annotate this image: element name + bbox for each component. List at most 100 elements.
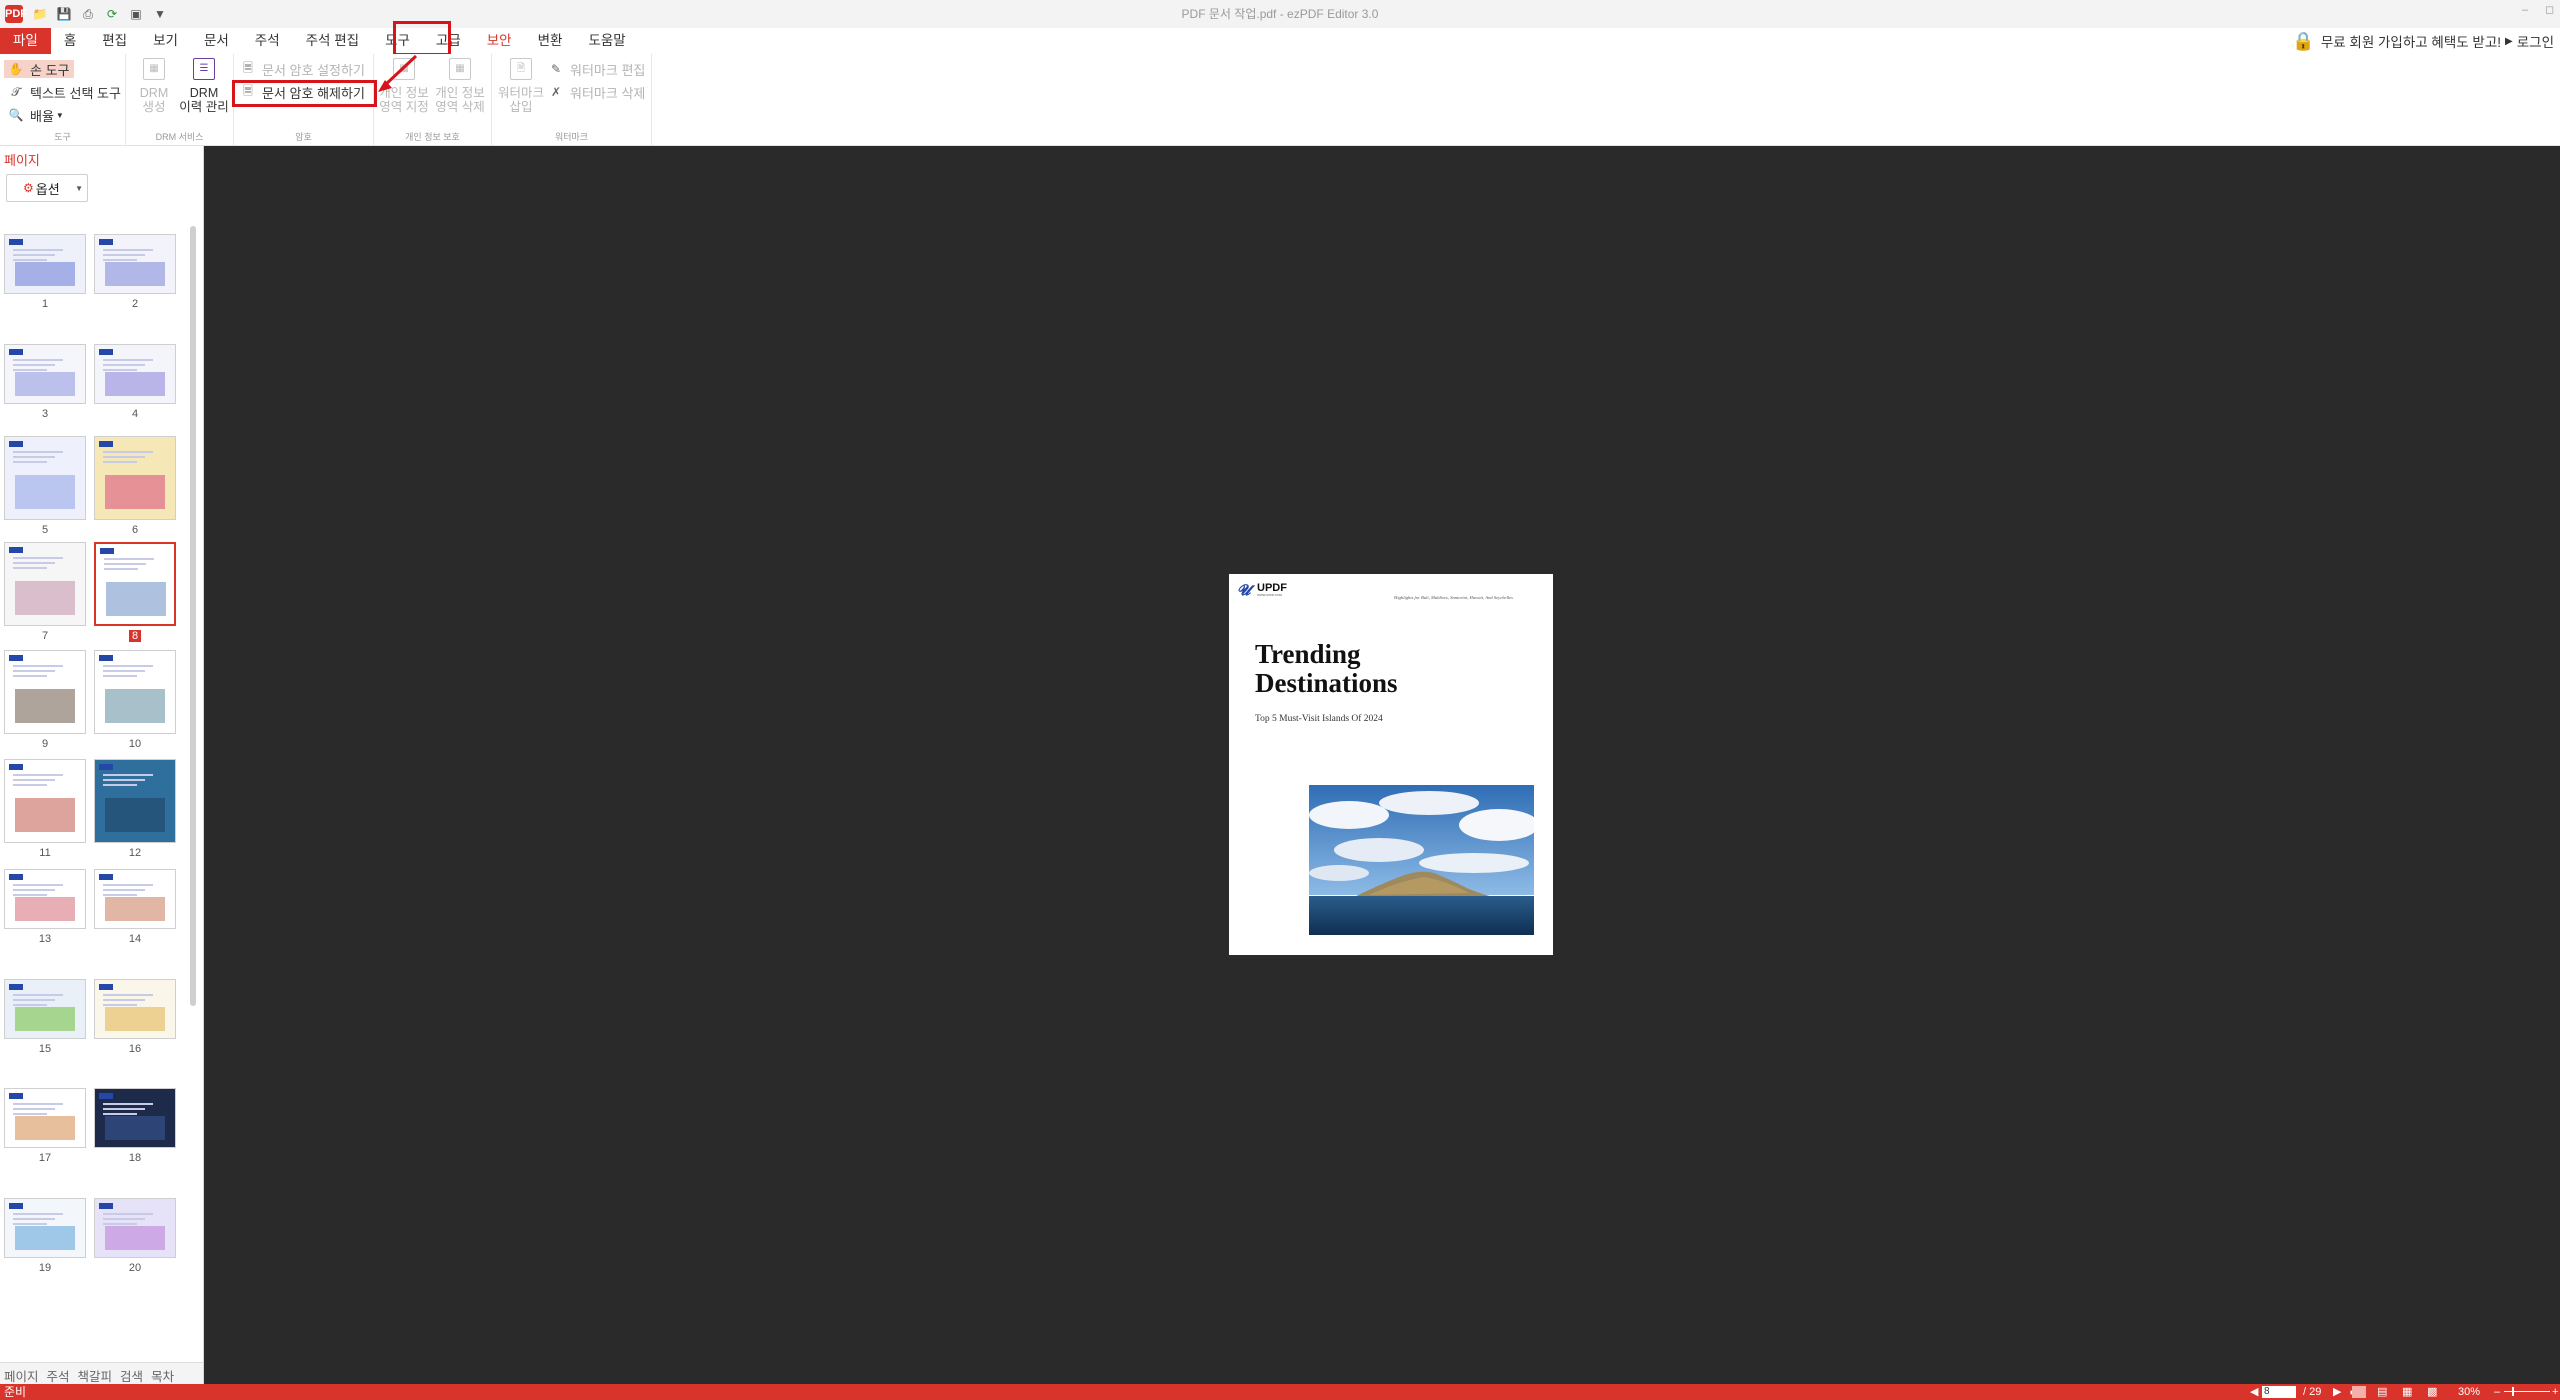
page-number-text: 10 [128, 738, 142, 750]
menu-tab-document[interactable]: 문서 [191, 28, 242, 54]
page-number-label: 2 [94, 298, 176, 310]
page-thumbnail[interactable] [94, 234, 176, 294]
total-pages: / 29 [2303, 1386, 2322, 1398]
page-number-input[interactable]: 8 [2262, 1386, 2296, 1398]
page-thumbnail[interactable] [94, 869, 176, 929]
thumbnail-text-line [13, 1113, 47, 1115]
thumbnail-text-line [13, 665, 63, 667]
text-select-tool[interactable]: 𝓣 텍스트 선택 도구 [8, 83, 121, 101]
window-icon[interactable]: ▣ [129, 7, 143, 21]
page-thumbnail[interactable] [4, 542, 86, 626]
privacy-area-button[interactable]: ▦ 개인 정보 영역 지정 [376, 58, 432, 114]
menu-tab-help[interactable]: 도움말 [575, 28, 638, 54]
menu-tab-security[interactable]: 보안 [474, 28, 525, 54]
thumbnail-logo [9, 1203, 23, 1209]
login-link[interactable]: 로그인 [2517, 31, 2554, 51]
dropdown-icon[interactable]: ▼ [153, 7, 167, 21]
page-thumbnail[interactable] [4, 759, 86, 843]
document-subtitle: Top 5 Must-Visit Islands Of 2024 [1255, 714, 1383, 724]
page-thumbnail[interactable] [94, 344, 176, 404]
refresh-icon[interactable]: ⟳ [105, 7, 119, 21]
menu-tab-view[interactable]: 보기 [140, 28, 191, 54]
page-thumbnail[interactable] [4, 344, 86, 404]
panel-tab-search[interactable]: 검색 [116, 1363, 147, 1384]
two-page-continuous-icon[interactable]: ▩ [2427, 1384, 2437, 1400]
page-thumbnail[interactable] [94, 542, 176, 626]
zoom-slider-handle[interactable] [2512, 1387, 2514, 1396]
drm-create-button[interactable]: ▦ DRM 생성 [134, 58, 174, 114]
save-icon[interactable]: 💾 [57, 7, 72, 21]
prev-page-icon[interactable]: ◀ [2250, 1384, 2258, 1400]
page-thumbnail[interactable] [94, 1088, 176, 1148]
minimize-icon[interactable]: – [2522, 0, 2528, 28]
watermark-edit-button[interactable]: ✎ 워터마크 편집 [548, 60, 645, 78]
page-thumbnail[interactable] [4, 1088, 86, 1148]
document-view[interactable]: 𝓤 UPDF WWW.UPDF.COM Highlights for Bali,… [204, 146, 2560, 1384]
menu-tab-edit[interactable]: 편집 [89, 28, 140, 54]
menu-tab-file[interactable]: 파일 [0, 28, 51, 54]
panel-tab-pages[interactable]: 페이지 [0, 1363, 43, 1384]
promo-text[interactable]: 무료 회원 가입하고 혜택도 받고! [2321, 31, 2501, 51]
privacy-delete-icon: ▦ [449, 58, 471, 80]
watermark-delete-button[interactable]: ✗ 워터마크 삭제 [548, 83, 645, 101]
privacy-area-icon: ▦ [393, 58, 415, 80]
document-title: Trending Destinations [1255, 639, 1398, 698]
thumbnail-text-line [13, 557, 63, 559]
zoom-slider[interactable] [2504, 1391, 2550, 1392]
thumbnail-text-line [103, 889, 145, 891]
page-thumbnail[interactable] [94, 650, 176, 734]
page-number-text: 13 [38, 933, 52, 945]
hand-tool[interactable]: ✋ 손 도구 [4, 60, 74, 78]
drm-history-button[interactable]: ☰ DRM 이력 관리 [176, 58, 232, 114]
page-thumbnail[interactable] [94, 979, 176, 1039]
print-icon[interactable]: ⎙ [81, 7, 95, 21]
thumbnail-text-line [13, 999, 55, 1001]
thumbnail-graphic [15, 1007, 75, 1031]
page-number-label: 19 [4, 1262, 86, 1274]
thumbnail-text-line [103, 456, 145, 458]
thumbnail-logo [9, 441, 23, 447]
thumbnail-graphic [15, 1226, 75, 1250]
thumbnail-text-line [13, 259, 47, 261]
set-password-button[interactable]: 🗏 문서 암호 설정하기 [240, 60, 365, 78]
single-page-view-icon[interactable] [2352, 1386, 2366, 1398]
page-thumbnail[interactable] [4, 234, 86, 294]
page-number-text: 14 [128, 933, 142, 945]
page-number-label: 8 [94, 630, 176, 642]
page-thumbnail[interactable] [4, 650, 86, 734]
page-thumbnail[interactable] [4, 1198, 86, 1258]
page-thumbnail[interactable] [4, 436, 86, 520]
page-number-text: 20 [128, 1262, 142, 1274]
page-number-text: 17 [38, 1152, 52, 1164]
menu-tab-comment-edit[interactable]: 주석 편집 [293, 28, 372, 54]
chevron-down-icon: ▼ [55, 110, 64, 120]
panel-tab-bookmarks[interactable]: 책갈피 [74, 1363, 117, 1384]
menu-tab-convert[interactable]: 변환 [525, 28, 576, 54]
zoom-out-icon[interactable]: – [2494, 1384, 2500, 1400]
panel-tab-comments[interactable]: 주석 [43, 1363, 74, 1384]
panel-tab-toc[interactable]: 목차 [147, 1363, 178, 1384]
watermark-insert-button[interactable]: 🗎 워터마크 삽입 [496, 58, 546, 114]
folder-icon[interactable]: 📁 [33, 7, 48, 21]
next-page-icon[interactable]: ▶ [2333, 1384, 2341, 1400]
page-thumbnail[interactable] [4, 869, 86, 929]
page-thumbnail[interactable] [4, 979, 86, 1039]
two-page-view-icon[interactable]: ▦ [2402, 1384, 2412, 1400]
page-thumbnail[interactable] [94, 436, 176, 520]
panel-scrollbar[interactable] [190, 226, 196, 1006]
zoom-tool[interactable]: 🔍 배율 ▼ [8, 106, 64, 124]
page-thumbnail[interactable] [94, 759, 176, 843]
restore-icon[interactable]: ◻ [2545, 0, 2554, 28]
thumbnail-text-line [13, 1213, 63, 1215]
page-thumbnail[interactable] [94, 1198, 176, 1258]
continuous-view-icon[interactable]: ▤ [2377, 1384, 2387, 1400]
menu-bar: 파일 홈 편집 보기 문서 주석 주석 편집 도구 고급 보안 변환 도움말 [0, 28, 2560, 54]
menu-tab-home[interactable]: 홈 [51, 28, 89, 54]
thumbnail-graphic [15, 897, 75, 921]
options-button[interactable]: ⚙ 옵션 ▼ [6, 174, 88, 202]
thumbnail-text-line [103, 779, 145, 781]
privacy-delete-button[interactable]: ▦ 개인 정보 영역 삭제 [432, 58, 488, 114]
zoom-in-icon[interactable]: + [2552, 1384, 2558, 1400]
zoom-level[interactable]: 30% [2458, 1384, 2480, 1400]
menu-tab-comment[interactable]: 주석 [242, 28, 293, 54]
